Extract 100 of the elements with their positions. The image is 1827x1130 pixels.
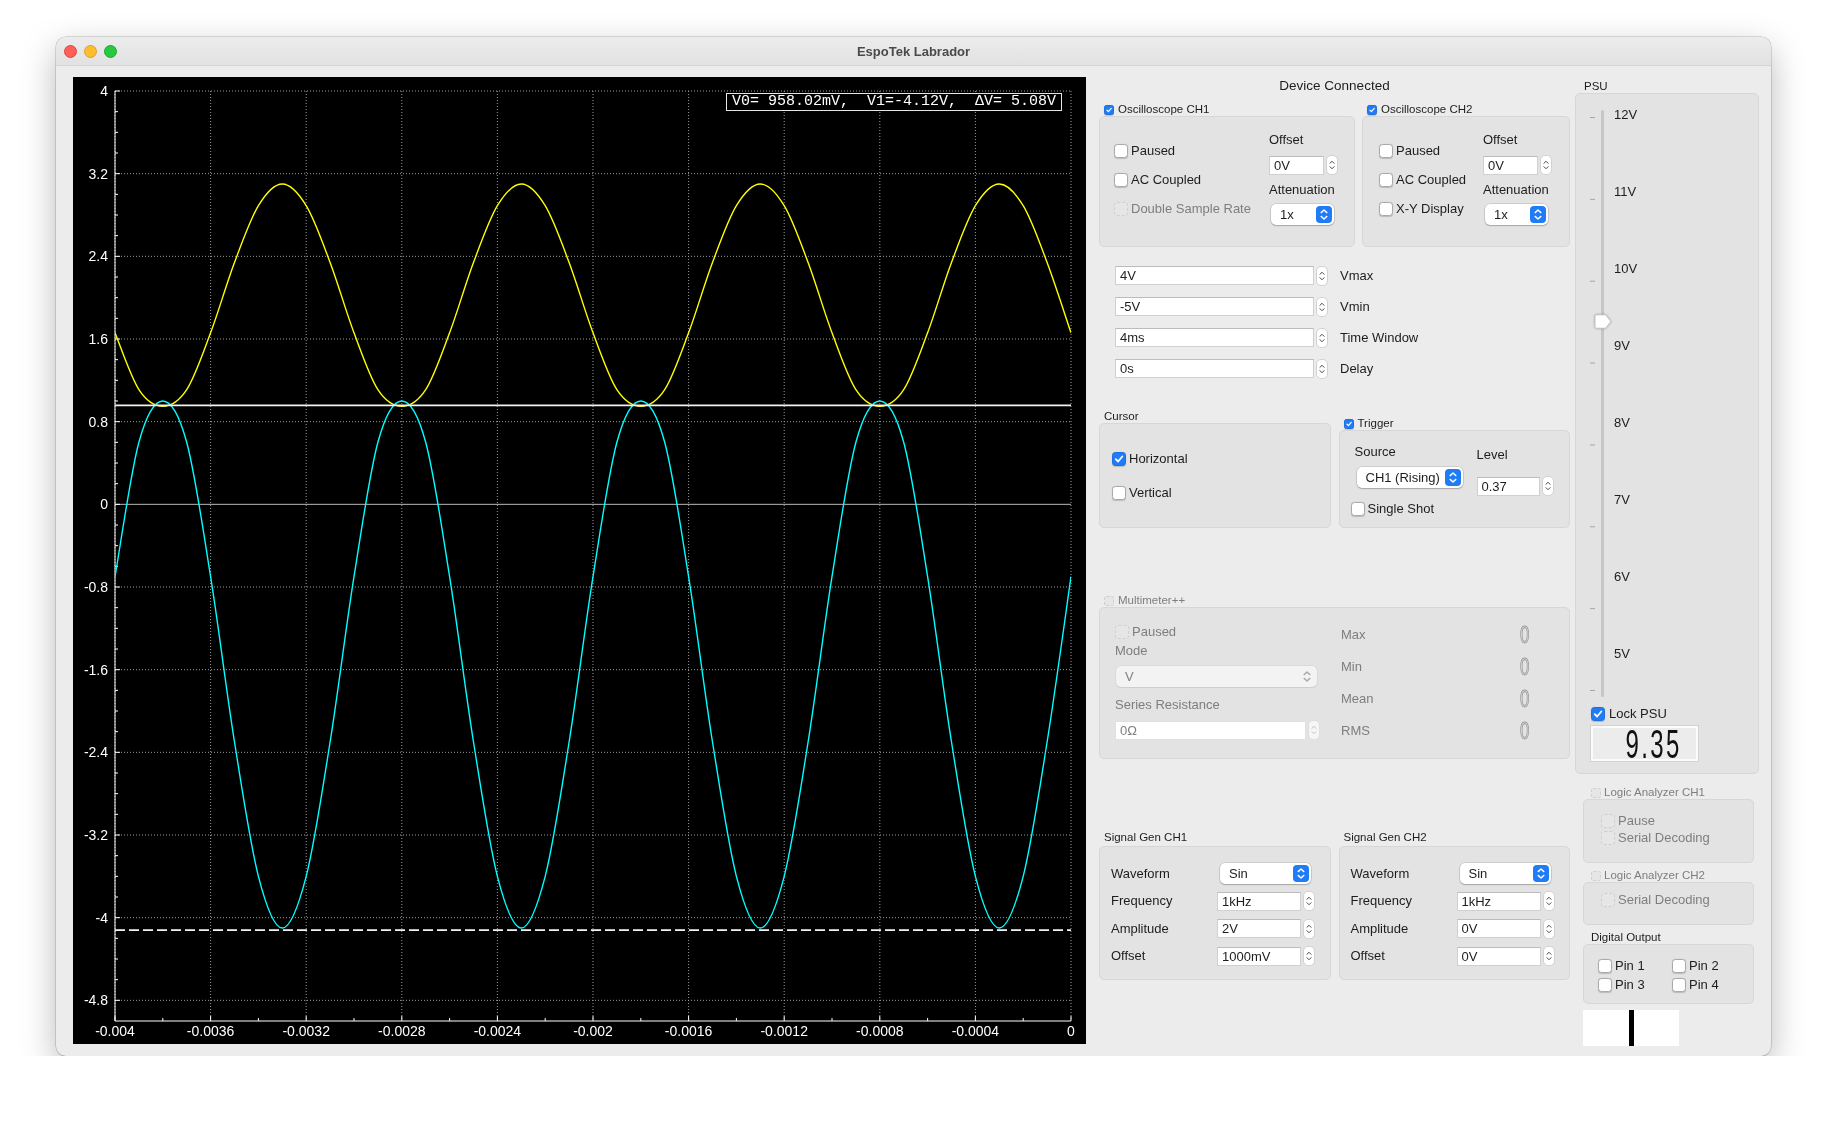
spinbox-field[interactable]: 4V (1115, 266, 1314, 285)
checkbox-label: Paused (1396, 143, 1441, 159)
lcd-reading: 0 (1520, 688, 1530, 710)
spinbox-field[interactable]: 0.37 (1476, 476, 1540, 496)
axis-tick-label: -2.4 (83, 744, 108, 761)
checkbox-label: Vertical (1129, 485, 1172, 501)
spinbox-field[interactable]: 2V (1217, 919, 1301, 939)
field-label: Vmax (1340, 267, 1374, 284)
stepper-icon[interactable] (1303, 918, 1315, 939)
checkbox-label: Pin 2 (1689, 958, 1719, 974)
axis-tick-label: 0.8 (88, 413, 108, 430)
spinbox-field[interactable]: 1kHz (1456, 891, 1541, 911)
stepper-icon[interactable] (1303, 891, 1315, 912)
checkbox[interactable] (1350, 502, 1365, 516)
checkbox-label: Lock PSU (1609, 706, 1667, 722)
spinbox-field[interactable]: 0V (1269, 155, 1324, 175)
checkbox[interactable] (1379, 144, 1393, 158)
checkbox-label: Pin 4 (1689, 977, 1719, 993)
field-label: Attenuation (1269, 182, 1335, 198)
checkbox[interactable] (1114, 173, 1128, 187)
checkbox-label: AC Coupled (1396, 172, 1467, 188)
maximize-button[interactable] (104, 44, 117, 58)
stepper-icon[interactable] (1542, 918, 1555, 939)
scale-label: 12V (1614, 107, 1638, 123)
dropdown[interactable]: 1x (1485, 204, 1548, 225)
field-label: Vmin (1340, 298, 1370, 315)
updown-chevron-icon (1444, 469, 1461, 486)
spinbox-field[interactable]: 1kHz (1217, 891, 1301, 911)
checkbox-label: Serial Decoding (1618, 892, 1710, 908)
checkbox[interactable] (1114, 144, 1128, 158)
field-label: Frequency (1111, 893, 1173, 910)
checkbox[interactable] (1112, 486, 1126, 500)
stepper-icon[interactable] (1316, 296, 1328, 317)
bar-marker-icon (1583, 1010, 1679, 1046)
checkbox[interactable] (1672, 978, 1686, 992)
axis-tick-label: -0.0004 (951, 1023, 1000, 1039)
dropdown[interactable]: Sin (1220, 863, 1311, 885)
cursor-readout: V0= 958.02mV, V1=-4.12V, ΔV= 5.08V (725, 93, 1062, 111)
checkbox[interactable] (1598, 978, 1612, 992)
checkbox-label: Pin 3 (1615, 977, 1645, 993)
field-label: Frequency (1350, 893, 1412, 910)
stepper-icon[interactable] (1303, 946, 1315, 967)
field-label: Offset (1111, 948, 1146, 965)
spinbox-field[interactable]: 0V (1483, 155, 1538, 175)
group-title: Trigger (1357, 417, 1394, 430)
checkbox-label: Pin 1 (1615, 958, 1645, 974)
spinbox-field[interactable]: 0V (1456, 919, 1541, 939)
stepper-icon[interactable] (1542, 891, 1555, 912)
axis-tick-label: -0.0008 (856, 1023, 904, 1039)
axis-tick-label: -0.002 (573, 1023, 613, 1039)
field-label: Mode (1115, 643, 1148, 659)
lcd-reading: 0 (1520, 624, 1530, 646)
group-title: Cursor (1104, 410, 1139, 423)
group-title: Digital Output (1591, 931, 1661, 944)
axis-tick-label: -1.6 (83, 661, 108, 678)
checkbox[interactable] (1104, 104, 1114, 115)
stepper-icon[interactable] (1316, 327, 1328, 348)
checkbox[interactable] (1367, 104, 1377, 115)
axis-tick-label: -0.0036 (186, 1023, 235, 1039)
stepper-icon[interactable] (1326, 155, 1338, 175)
checkbox[interactable] (1591, 707, 1605, 721)
scale-label: 10V (1614, 261, 1638, 277)
stepper-icon[interactable] (1541, 476, 1554, 496)
stepper-icon[interactable] (1316, 265, 1328, 286)
axis-tick-label: -3.2 (83, 826, 108, 843)
spinbox-field[interactable]: 0s (1115, 359, 1314, 378)
checkbox-label: Paused (1131, 143, 1176, 159)
checkbox-label: AC Coupled (1131, 172, 1202, 188)
dropdown[interactable]: Sin (1459, 863, 1551, 885)
slider-handle[interactable] (1594, 313, 1612, 329)
dropdown[interactable]: CH1 (Rising) (1356, 467, 1463, 488)
checkbox[interactable] (1379, 173, 1393, 187)
field-label: Source (1354, 444, 1396, 460)
checkbox[interactable] (1672, 959, 1686, 973)
axis-tick-label: -0.0024 (473, 1023, 522, 1039)
checkbox-label: Horizontal (1129, 451, 1188, 467)
field-label: Delay (1340, 360, 1374, 377)
spinbox-field[interactable]: 1000mV (1217, 946, 1301, 966)
checkbox-label: Paused (1132, 624, 1177, 640)
checkbox-label: Double Sample Rate (1131, 201, 1251, 217)
stepper-icon[interactable] (1542, 946, 1555, 967)
spinbox-field[interactable]: -5V (1115, 297, 1314, 316)
spinbox-field[interactable]: 0V (1456, 946, 1541, 966)
checkbox-label: X-Y Display (1396, 201, 1464, 217)
reading-label: Min (1341, 659, 1363, 675)
scale-label: 5V (1614, 646, 1631, 662)
checkbox[interactable] (1598, 959, 1612, 973)
spinbox-field[interactable]: 4ms (1115, 328, 1314, 347)
dropdown[interactable]: 1x (1271, 204, 1334, 225)
stepper-icon[interactable] (1316, 358, 1328, 379)
checkbox[interactable] (1343, 418, 1354, 429)
lcd-reading: 0 (1520, 656, 1530, 678)
field-label: Time Window (1340, 329, 1419, 346)
checkbox[interactable] (1379, 202, 1393, 216)
axis-tick-label: -0.004 (95, 1023, 135, 1039)
stepper-icon[interactable] (1540, 155, 1552, 175)
checkbox[interactable] (1112, 452, 1126, 466)
minimize-button[interactable] (84, 44, 97, 58)
close-button[interactable] (64, 44, 77, 58)
checkbox-label: Single Shot (1367, 501, 1434, 517)
